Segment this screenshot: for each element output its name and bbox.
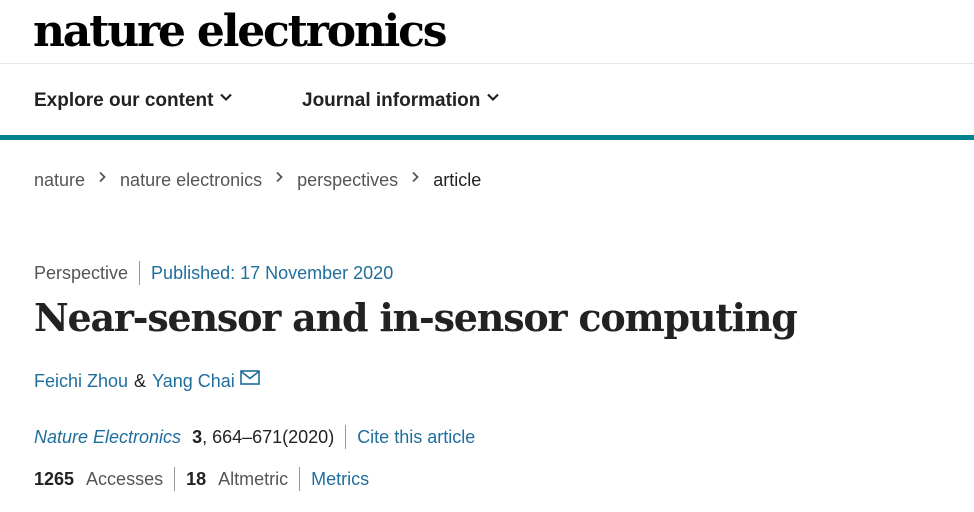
chevron-right-icon <box>99 171 106 183</box>
article-metrics: 1265 Accesses 18 Altmetric Metrics <box>34 467 369 491</box>
chevron-down-icon <box>487 93 500 102</box>
nav-journal-information[interactable]: Journal information <box>302 89 500 113</box>
metrics-divider <box>174 467 176 491</box>
article-title: Near-sensor and in-sensor computing <box>34 295 798 340</box>
nav-accent-bar <box>0 135 974 140</box>
chevron-right-icon <box>412 171 419 183</box>
metrics-link[interactable]: Metrics <box>311 467 369 491</box>
nav-journal-label: Journal information <box>302 90 481 111</box>
breadcrumb-nature-electronics[interactable]: nature electronics <box>120 168 262 192</box>
mail-icon[interactable] <box>239 369 260 385</box>
author-link[interactable]: Yang Chai <box>152 369 235 393</box>
breadcrumb-article: article <box>433 170 482 190</box>
altmetric-count: 18 <box>186 469 207 489</box>
breadcrumb-perspectives[interactable]: perspectives <box>297 168 398 192</box>
metrics-divider <box>299 467 301 491</box>
nav-explore-content[interactable]: Explore our content <box>34 89 233 113</box>
journal-name-link[interactable]: Nature Electronics <box>34 425 181 449</box>
volume-number: 3 <box>192 427 203 447</box>
meta-divider <box>139 261 141 285</box>
accesses-count: 1265 <box>34 469 75 489</box>
journal-logo[interactable]: nature electronics <box>33 6 448 58</box>
author-link[interactable]: Feichi Zhou <box>34 369 128 393</box>
author-list: Feichi Zhou & Yang Chai <box>34 369 260 393</box>
accesses-label: Accesses <box>86 469 164 489</box>
published-date: Published: 17 November 2020 <box>151 263 394 283</box>
chevron-right-icon <box>276 171 283 183</box>
author-separator: & <box>134 371 147 391</box>
breadcrumb: nature nature electronics perspectives a… <box>34 168 481 192</box>
citation-line: Nature Electronics 3 , 664–671(2020) Cit… <box>34 425 475 449</box>
chevron-down-icon <box>220 93 233 102</box>
cite-this-article-link[interactable]: Cite this article <box>357 425 475 449</box>
altmetric-label: Altmetric <box>218 469 289 489</box>
main-nav: Explore our content Journal information <box>0 64 974 135</box>
article-type: Perspective <box>34 263 129 283</box>
pages-year: , 664–671(2020) <box>202 427 335 447</box>
nav-explore-label: Explore our content <box>34 90 214 111</box>
citation-divider <box>345 425 347 449</box>
article-meta: Perspective Published: 17 November 2020 <box>34 261 393 285</box>
site-header: nature electronics <box>0 0 974 64</box>
breadcrumb-nature[interactable]: nature <box>34 168 85 192</box>
